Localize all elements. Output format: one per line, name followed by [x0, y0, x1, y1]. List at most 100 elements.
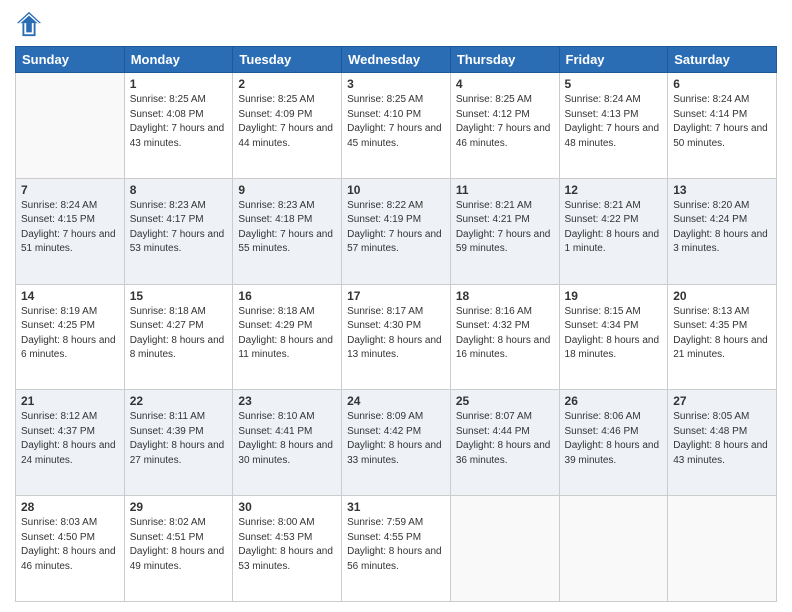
- day-info: Sunrise: 8:23 AMSunset: 4:17 PMDaylight:…: [130, 199, 228, 257]
- day-info: Sunrise: 7:59 AMSunset: 4:55 PMDaylight:…: [347, 516, 445, 574]
- day-info: Sunrise: 8:06 AMSunset: 4:46 PMDaylight:…: [565, 410, 663, 468]
- day-info: Sunrise: 8:20 AMSunset: 4:24 PMDaylight:…: [673, 199, 771, 257]
- day-info: Sunrise: 8:12 AMSunset: 4:37 PMDaylight:…: [21, 410, 119, 468]
- calendar-cell: [16, 73, 125, 179]
- day-info: Sunrise: 8:21 AMSunset: 4:22 PMDaylight:…: [565, 199, 663, 257]
- day-info: Sunrise: 8:15 AMSunset: 4:34 PMDaylight:…: [565, 305, 663, 363]
- page: SundayMondayTuesdayWednesdayThursdayFrid…: [0, 0, 792, 612]
- day-number: 16: [238, 289, 336, 303]
- day-info: Sunrise: 8:24 AMSunset: 4:14 PMDaylight:…: [673, 93, 771, 151]
- day-number: 19: [565, 289, 663, 303]
- day-number: 25: [456, 394, 554, 408]
- day-number: 22: [130, 394, 228, 408]
- calendar-cell: 5 Sunrise: 8:24 AMSunset: 4:13 PMDaylight…: [559, 73, 668, 179]
- calendar-cell: 19 Sunrise: 8:15 AMSunset: 4:34 PMDayligh…: [559, 284, 668, 390]
- calendar-week-row: 21 Sunrise: 8:12 AMSunset: 4:37 PMDayligh…: [16, 390, 777, 496]
- calendar-cell: 10 Sunrise: 8:22 AMSunset: 4:19 PMDayligh…: [342, 178, 451, 284]
- calendar-cell: 12Sunrise: 8:21 AMSunset: 4:22 PMDayligh…: [559, 178, 668, 284]
- day-number: 9: [238, 183, 336, 197]
- day-info: Sunrise: 8:18 AMSunset: 4:27 PMDaylight:…: [130, 305, 228, 363]
- day-number: 8: [130, 183, 228, 197]
- day-info: Sunrise: 8:05 AMSunset: 4:48 PMDaylight:…: [673, 410, 771, 468]
- day-info: Sunrise: 8:17 AMSunset: 4:30 PMDaylight:…: [347, 305, 445, 363]
- calendar-cell: 24 Sunrise: 8:09 AMSunset: 4:42 PMDayligh…: [342, 390, 451, 496]
- calendar-cell: 8 Sunrise: 8:23 AMSunset: 4:17 PMDaylight…: [124, 178, 233, 284]
- day-number: 20: [673, 289, 771, 303]
- day-number: 7: [21, 183, 119, 197]
- logo-icon: [15, 10, 43, 38]
- day-number: 27: [673, 394, 771, 408]
- calendar-week-row: 28Sunrise: 8:03 AMSunset: 4:50 PMDayligh…: [16, 496, 777, 602]
- header: [15, 10, 777, 38]
- day-info: Sunrise: 8:24 AMSunset: 4:13 PMDaylight:…: [565, 93, 663, 151]
- day-info: Sunrise: 8:24 AMSunset: 4:15 PMDaylight:…: [21, 199, 119, 257]
- day-number: 30: [238, 500, 336, 514]
- day-number: 29: [130, 500, 228, 514]
- day-number: 21: [21, 394, 119, 408]
- calendar-cell: 26 Sunrise: 8:06 AMSunset: 4:46 PMDayligh…: [559, 390, 668, 496]
- calendar-cell: [450, 496, 559, 602]
- calendar-cell: [559, 496, 668, 602]
- calendar-cell: 7 Sunrise: 8:24 AMSunset: 4:15 PMDaylight…: [16, 178, 125, 284]
- day-info: Sunrise: 8:02 AMSunset: 4:51 PMDaylight:…: [130, 516, 228, 574]
- calendar-cell: 9Sunrise: 8:23 AMSunset: 4:18 PMDaylight…: [233, 178, 342, 284]
- day-number: 1: [130, 77, 228, 91]
- calendar-cell: 1 Sunrise: 8:25 AMSunset: 4:08 PMDaylight…: [124, 73, 233, 179]
- day-number: 31: [347, 500, 445, 514]
- day-number: 2: [238, 77, 336, 91]
- day-info: Sunrise: 8:25 AMSunset: 4:10 PMDaylight:…: [347, 93, 445, 151]
- logo: [15, 10, 47, 38]
- calendar-week-row: 1 Sunrise: 8:25 AMSunset: 4:08 PMDaylight…: [16, 73, 777, 179]
- day-info: Sunrise: 8:22 AMSunset: 4:19 PMDaylight:…: [347, 199, 445, 257]
- calendar-week-row: 14Sunrise: 8:19 AMSunset: 4:25 PMDayligh…: [16, 284, 777, 390]
- day-number: 3: [347, 77, 445, 91]
- calendar-cell: 20Sunrise: 8:13 AMSunset: 4:35 PMDayligh…: [668, 284, 777, 390]
- calendar-cell: 31 Sunrise: 7:59 AMSunset: 4:55 PMDayligh…: [342, 496, 451, 602]
- calendar-cell: 29 Sunrise: 8:02 AMSunset: 4:51 PMDayligh…: [124, 496, 233, 602]
- day-number: 5: [565, 77, 663, 91]
- calendar-cell: 28Sunrise: 8:03 AMSunset: 4:50 PMDayligh…: [16, 496, 125, 602]
- day-number: 4: [456, 77, 554, 91]
- calendar-cell: 27 Sunrise: 8:05 AMSunset: 4:48 PMDayligh…: [668, 390, 777, 496]
- day-number: 24: [347, 394, 445, 408]
- day-number: 26: [565, 394, 663, 408]
- calendar-cell: 15 Sunrise: 8:18 AMSunset: 4:27 PMDayligh…: [124, 284, 233, 390]
- calendar-cell: 16 Sunrise: 8:18 AMSunset: 4:29 PMDayligh…: [233, 284, 342, 390]
- day-number: 14: [21, 289, 119, 303]
- calendar-cell: 14Sunrise: 8:19 AMSunset: 4:25 PMDayligh…: [16, 284, 125, 390]
- calendar-cell: [668, 496, 777, 602]
- calendar-cell: 13 Sunrise: 8:20 AMSunset: 4:24 PMDayligh…: [668, 178, 777, 284]
- day-info: Sunrise: 8:21 AMSunset: 4:21 PMDaylight:…: [456, 199, 554, 257]
- day-info: Sunrise: 8:25 AMSunset: 4:09 PMDaylight:…: [238, 93, 336, 151]
- day-info: Sunrise: 8:11 AMSunset: 4:39 PMDaylight:…: [130, 410, 228, 468]
- day-info: Sunrise: 8:10 AMSunset: 4:41 PMDaylight:…: [238, 410, 336, 468]
- day-info: Sunrise: 8:09 AMSunset: 4:42 PMDaylight:…: [347, 410, 445, 468]
- calendar-week-row: 7 Sunrise: 8:24 AMSunset: 4:15 PMDaylight…: [16, 178, 777, 284]
- calendar-cell: 22 Sunrise: 8:11 AMSunset: 4:39 PMDayligh…: [124, 390, 233, 496]
- calendar-header-saturday: Saturday: [668, 47, 777, 73]
- day-number: 15: [130, 289, 228, 303]
- calendar-header-monday: Monday: [124, 47, 233, 73]
- calendar-table: SundayMondayTuesdayWednesdayThursdayFrid…: [15, 46, 777, 602]
- day-number: 13: [673, 183, 771, 197]
- calendar-header-row: SundayMondayTuesdayWednesdayThursdayFrid…: [16, 47, 777, 73]
- calendar-cell: 25Sunrise: 8:07 AMSunset: 4:44 PMDayligh…: [450, 390, 559, 496]
- calendar-cell: 30 Sunrise: 8:00 AMSunset: 4:53 PMDayligh…: [233, 496, 342, 602]
- calendar-header-tuesday: Tuesday: [233, 47, 342, 73]
- day-number: 10: [347, 183, 445, 197]
- day-info: Sunrise: 8:00 AMSunset: 4:53 PMDaylight:…: [238, 516, 336, 574]
- day-info: Sunrise: 8:03 AMSunset: 4:50 PMDaylight:…: [21, 516, 119, 574]
- day-number: 6: [673, 77, 771, 91]
- calendar-cell: 4 Sunrise: 8:25 AMSunset: 4:12 PMDaylight…: [450, 73, 559, 179]
- day-number: 11: [456, 183, 554, 197]
- calendar-cell: 3 Sunrise: 8:25 AMSunset: 4:10 PMDaylight…: [342, 73, 451, 179]
- day-info: Sunrise: 8:25 AMSunset: 4:12 PMDaylight:…: [456, 93, 554, 151]
- calendar-header-sunday: Sunday: [16, 47, 125, 73]
- calendar-cell: 17Sunrise: 8:17 AMSunset: 4:30 PMDayligh…: [342, 284, 451, 390]
- calendar-header-friday: Friday: [559, 47, 668, 73]
- day-info: Sunrise: 8:18 AMSunset: 4:29 PMDaylight:…: [238, 305, 336, 363]
- calendar-cell: 11 Sunrise: 8:21 AMSunset: 4:21 PMDayligh…: [450, 178, 559, 284]
- calendar-cell: 18Sunrise: 8:16 AMSunset: 4:32 PMDayligh…: [450, 284, 559, 390]
- day-number: 18: [456, 289, 554, 303]
- day-info: Sunrise: 8:25 AMSunset: 4:08 PMDaylight:…: [130, 93, 228, 151]
